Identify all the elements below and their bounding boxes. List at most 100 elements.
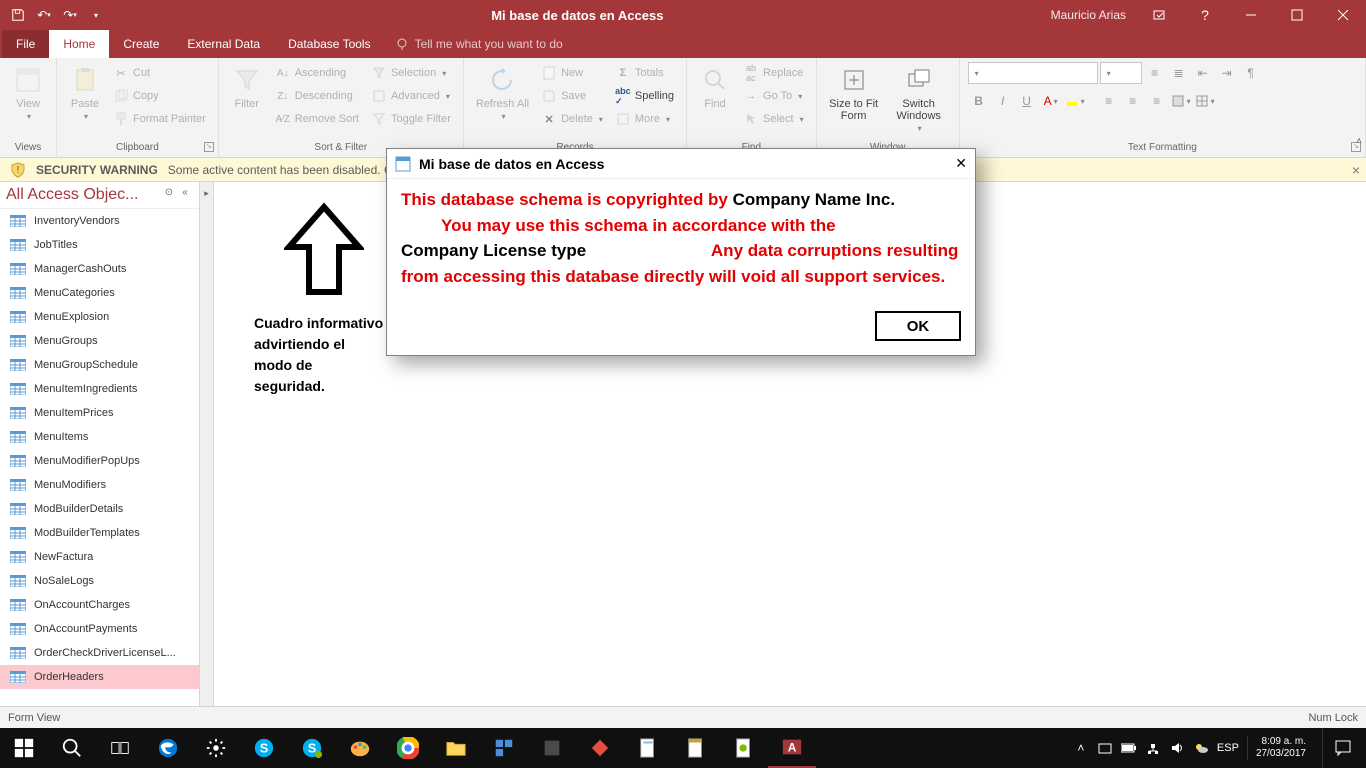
- app-icon-4[interactable]: [624, 728, 672, 768]
- task-view-icon[interactable]: [96, 728, 144, 768]
- redo-icon[interactable]: ↷▾: [58, 3, 82, 27]
- nav-collapse-icon[interactable]: «: [177, 187, 193, 203]
- clock[interactable]: 8:09 a. m. 27/03/2017: [1247, 736, 1314, 760]
- dialog-title-bar[interactable]: Mi base de datos en Access ✕: [387, 149, 975, 179]
- tray-weather-icon[interactable]: [1193, 740, 1209, 756]
- settings-icon[interactable]: [192, 728, 240, 768]
- nav-item-menugroupschedule[interactable]: MenuGroupSchedule: [0, 353, 199, 377]
- qat-customize-icon[interactable]: ▾: [84, 3, 108, 27]
- help-icon[interactable]: ?: [1182, 0, 1228, 30]
- tray-chevron-icon[interactable]: ˄: [1073, 740, 1089, 756]
- font-size-select[interactable]: [1100, 62, 1142, 84]
- dialog-close-icon[interactable]: ✕: [955, 155, 967, 172]
- view-button[interactable]: View: [8, 62, 48, 123]
- underline-button[interactable]: U: [1016, 90, 1038, 112]
- nav-item-menuitemprices[interactable]: MenuItemPrices: [0, 401, 199, 425]
- advanced-button[interactable]: Advanced: [367, 85, 455, 107]
- start-button[interactable]: [0, 728, 48, 768]
- save-icon[interactable]: [6, 3, 30, 27]
- cortana-search-icon[interactable]: [48, 728, 96, 768]
- tab-database-tools[interactable]: Database Tools: [274, 30, 385, 58]
- ok-button[interactable]: OK: [875, 311, 961, 341]
- numbering-icon[interactable]: ≣: [1168, 62, 1190, 84]
- nav-item-modbuilderdetails[interactable]: ModBuilderDetails: [0, 497, 199, 521]
- nav-item-nosalelogs[interactable]: NoSaleLogs: [0, 569, 199, 593]
- nav-item-onaccountpayments[interactable]: OnAccountPayments: [0, 617, 199, 641]
- indent-right-icon[interactable]: ⇥: [1216, 62, 1238, 84]
- minimize-icon[interactable]: [1228, 0, 1274, 30]
- app-icon-5[interactable]: [672, 728, 720, 768]
- copy-button[interactable]: Copy: [109, 85, 210, 107]
- file-explorer-icon[interactable]: [432, 728, 480, 768]
- maximize-icon[interactable]: [1274, 0, 1320, 30]
- nav-item-menugroups[interactable]: MenuGroups: [0, 329, 199, 353]
- tray-app-icon[interactable]: [1097, 740, 1113, 756]
- nav-item-onaccountcharges[interactable]: OnAccountCharges: [0, 593, 199, 617]
- tray-network-icon[interactable]: [1145, 740, 1161, 756]
- align-center-icon[interactable]: ≡: [1122, 90, 1144, 112]
- totals-button[interactable]: ΣTotals: [611, 62, 678, 84]
- nav-item-menumodifierpopups[interactable]: MenuModifierPopUps: [0, 449, 199, 473]
- align-left-icon[interactable]: ≡: [1098, 90, 1120, 112]
- delete-button[interactable]: ✕Delete: [537, 108, 607, 130]
- security-close-icon[interactable]: ×: [1352, 162, 1360, 178]
- skype-business-icon[interactable]: S: [288, 728, 336, 768]
- indent-left-icon[interactable]: ⇤: [1192, 62, 1214, 84]
- paste-button[interactable]: Paste: [65, 62, 105, 123]
- font-color-button[interactable]: A: [1040, 90, 1062, 112]
- shutter-bar[interactable]: ▸: [200, 182, 214, 712]
- spelling-button[interactable]: abc✓Spelling: [611, 85, 678, 107]
- app-icon-6[interactable]: [720, 728, 768, 768]
- new-button[interactable]: New: [537, 62, 607, 84]
- replace-button[interactable]: abacReplace: [739, 62, 808, 84]
- tab-home[interactable]: Home: [49, 30, 109, 58]
- selection-button[interactable]: Selection: [367, 62, 455, 84]
- nav-item-jobtitles[interactable]: JobTitles: [0, 233, 199, 257]
- bullets-icon[interactable]: ≡: [1144, 62, 1166, 84]
- clipboard-dialog-launcher[interactable]: ↘: [204, 142, 214, 152]
- skype-icon[interactable]: S: [240, 728, 288, 768]
- toggle-filter-button[interactable]: Toggle Filter: [367, 108, 455, 130]
- user-name[interactable]: Mauricio Arias: [1041, 8, 1136, 22]
- align-right-icon[interactable]: ≡: [1146, 90, 1168, 112]
- nav-item-menuitemingredients[interactable]: MenuItemIngredients: [0, 377, 199, 401]
- paint-icon[interactable]: [336, 728, 384, 768]
- gridlines-icon[interactable]: [1194, 90, 1216, 112]
- refresh-all-button[interactable]: Refresh All: [472, 62, 533, 123]
- more-button[interactable]: More: [611, 108, 678, 130]
- size-to-fit-button[interactable]: Size to Fit Form: [825, 62, 883, 124]
- highlight-button[interactable]: [1064, 90, 1086, 112]
- nav-item-menucategories[interactable]: MenuCategories: [0, 281, 199, 305]
- tab-external-data[interactable]: External Data: [173, 30, 274, 58]
- ribbon-options-icon[interactable]: [1136, 0, 1182, 30]
- switch-windows-button[interactable]: Switch Windows: [887, 62, 951, 135]
- format-painter-button[interactable]: Format Painter: [109, 108, 210, 130]
- collapse-ribbon-icon[interactable]: ˄: [1356, 136, 1362, 147]
- italic-button[interactable]: I: [992, 90, 1014, 112]
- nav-item-managercashouts[interactable]: ManagerCashOuts: [0, 257, 199, 281]
- nav-item-orderheaders[interactable]: OrderHeaders: [0, 665, 199, 689]
- access-taskbar-icon[interactable]: A: [768, 728, 816, 768]
- app-icon-3[interactable]: [576, 728, 624, 768]
- nav-item-menumodifiers[interactable]: MenuModifiers: [0, 473, 199, 497]
- text-direction-icon[interactable]: ¶: [1240, 62, 1262, 84]
- tray-volume-icon[interactable]: [1169, 740, 1185, 756]
- remove-sort-button[interactable]: A⁄ZRemove Sort: [271, 108, 363, 130]
- nav-item-modbuildertemplates[interactable]: ModBuilderTemplates: [0, 521, 199, 545]
- tab-file[interactable]: File: [2, 30, 49, 58]
- font-family-select[interactable]: [968, 62, 1098, 84]
- nav-item-ordercheckdriverlicensel...[interactable]: OrderCheckDriverLicenseL...: [0, 641, 199, 665]
- fill-color-icon[interactable]: [1170, 90, 1192, 112]
- nav-item-menuitems[interactable]: MenuItems: [0, 425, 199, 449]
- close-icon[interactable]: [1320, 0, 1366, 30]
- cut-button[interactable]: ✂Cut: [109, 62, 210, 84]
- nav-dropdown-icon[interactable]: ⊙: [161, 187, 177, 203]
- descending-button[interactable]: Z↓Descending: [271, 85, 363, 107]
- navigation-header[interactable]: All Access Objec... ⊙ «: [0, 182, 199, 209]
- nav-item-menuexplosion[interactable]: MenuExplosion: [0, 305, 199, 329]
- action-center-icon[interactable]: [1322, 728, 1362, 768]
- tell-me-search[interactable]: Tell me what you want to do: [395, 30, 563, 58]
- goto-button[interactable]: →Go To: [739, 85, 808, 107]
- filter-button[interactable]: Filter: [227, 62, 267, 112]
- tray-battery-icon[interactable]: [1121, 740, 1137, 756]
